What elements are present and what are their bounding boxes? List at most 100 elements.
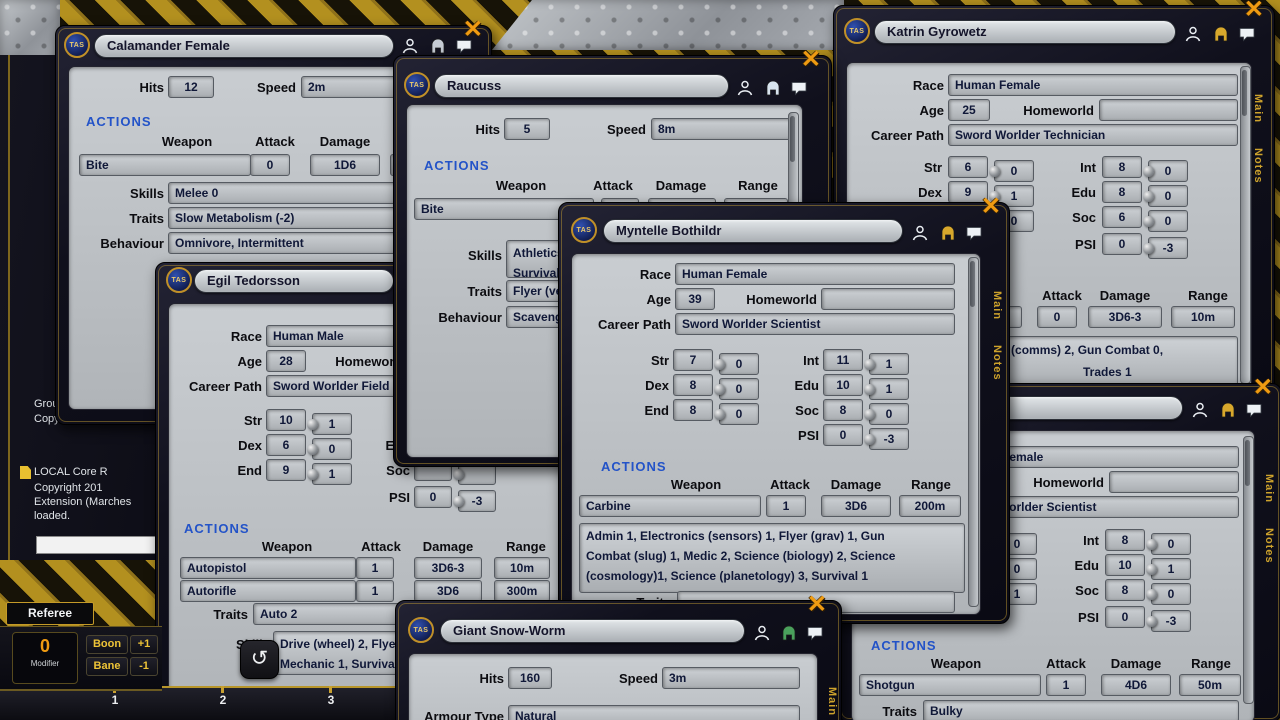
weapon-damage[interactable]: 3D6-3 [414, 557, 482, 579]
window-title[interactable]: Raucuss [434, 74, 729, 98]
weapon-range[interactable]: 200m [899, 495, 961, 517]
tas-logo-icon[interactable]: TAS [64, 32, 90, 58]
end-value[interactable]: 8 [673, 399, 713, 421]
weapon-attack[interactable]: 1 [766, 495, 806, 517]
psi-value[interactable]: 0 [1105, 606, 1145, 628]
speed-value[interactable]: 8m [651, 118, 791, 140]
weapon-damage[interactable]: 4D6 [1101, 674, 1171, 696]
weapon-attack[interactable]: 1 [1046, 674, 1086, 696]
helmet-icon[interactable] [427, 36, 449, 56]
referee-button[interactable]: Referee [6, 602, 94, 625]
weapon-damage[interactable]: 3D6 [414, 580, 482, 602]
weapon-name[interactable]: Autorifle [180, 580, 356, 602]
tab-notes[interactable]: Notes [991, 345, 1003, 381]
close-icon[interactable]: ✕ [1253, 376, 1273, 400]
helmet-icon[interactable] [1210, 24, 1232, 44]
close-icon[interactable]: ✕ [1244, 0, 1264, 22]
int-modifier[interactable]: 0 [1148, 160, 1188, 182]
hits-value[interactable]: 5 [504, 118, 550, 140]
tas-logo-icon[interactable]: TAS [408, 617, 434, 643]
str-modifier[interactable]: 1 [312, 413, 352, 435]
speed-value[interactable]: 3m [662, 667, 800, 689]
int-value[interactable]: 11 [823, 349, 863, 371]
boon-button[interactable]: Boon [86, 635, 128, 654]
tas-logo-icon[interactable]: TAS [404, 72, 430, 98]
person-icon[interactable] [734, 78, 756, 98]
age-value[interactable]: 39 [675, 288, 715, 310]
weapon-damage[interactable]: 1D6 [310, 154, 380, 176]
person-icon[interactable] [751, 623, 773, 643]
str-modifier[interactable]: 0 [719, 353, 759, 375]
skills-value[interactable]: Admin 1, Electronics (sensors) 1, Flyer … [579, 523, 965, 593]
undo-button[interactable]: ↺ [240, 640, 279, 679]
psi-value[interactable]: 0 [414, 486, 452, 508]
window-title[interactable]: Katrin Gyrowetz [874, 20, 1176, 44]
str-value[interactable]: 7 [673, 349, 713, 371]
weapon-name[interactable]: Shotgun [859, 674, 1041, 696]
weapon-name[interactable]: Carbine [579, 495, 761, 517]
close-icon[interactable]: ✕ [801, 48, 821, 72]
tab-main[interactable]: Main [1252, 94, 1264, 123]
edu-value[interactable]: 10 [823, 374, 863, 396]
window-title[interactable]: Calamander Female [94, 34, 394, 58]
soc-value[interactable]: 8 [823, 399, 863, 421]
window-title[interactable]: Myntelle Bothildr [603, 219, 903, 243]
soc-value[interactable]: 6 [1102, 206, 1142, 228]
tas-logo-icon[interactable]: TAS [166, 267, 192, 293]
scrollbar-thumb[interactable] [790, 116, 795, 162]
speech-bubble-icon[interactable] [1236, 24, 1258, 44]
person-icon[interactable] [909, 223, 931, 243]
hits-value[interactable]: 12 [168, 76, 214, 98]
soc-value[interactable]: 8 [1105, 579, 1145, 601]
homeworld-value[interactable] [1099, 99, 1238, 121]
weapon-damage[interactable]: 3D6 [821, 495, 891, 517]
str-value[interactable]: 6 [948, 156, 988, 178]
speech-bubble-icon[interactable] [1243, 400, 1265, 420]
end-value[interactable]: 9 [266, 459, 306, 481]
tab-main[interactable]: Main [1263, 474, 1275, 503]
close-icon[interactable]: ✕ [807, 593, 827, 617]
edu-modifier[interactable]: 0 [1148, 185, 1188, 207]
minus-one-button[interactable]: -1 [130, 657, 158, 676]
edu-value[interactable]: 8 [1102, 181, 1142, 203]
edu-modifier[interactable]: 1 [869, 378, 909, 400]
weapon-attack[interactable]: 0 [250, 154, 290, 176]
tab-main[interactable]: Main [826, 687, 838, 716]
traits-value[interactable]: Bulky [923, 700, 1239, 720]
psi-modifier[interactable]: -3 [1151, 610, 1191, 632]
helmet-icon[interactable] [762, 78, 784, 98]
person-icon[interactable] [1182, 24, 1204, 44]
end-modifier[interactable]: 1 [312, 463, 352, 485]
int-value[interactable]: 8 [1102, 156, 1142, 178]
psi-modifier[interactable]: -3 [869, 428, 909, 450]
dex-modifier[interactable]: 0 [312, 438, 352, 460]
tas-logo-icon[interactable]: TAS [571, 217, 597, 243]
tab-main[interactable]: Main [991, 291, 1003, 320]
homeworld-value[interactable] [1109, 471, 1239, 493]
dex-value[interactable]: 8 [673, 374, 713, 396]
weapon-attack[interactable]: 1 [356, 557, 394, 579]
plus-one-button[interactable]: +1 [130, 635, 158, 654]
race-value[interactable]: Human Female [948, 74, 1238, 96]
age-value[interactable]: 25 [948, 99, 990, 121]
weapon-name[interactable]: Autopistol [180, 557, 356, 579]
person-icon[interactable] [399, 36, 421, 56]
speech-bubble-icon[interactable] [788, 78, 810, 98]
speech-bubble-icon[interactable] [804, 623, 826, 643]
weapon-range[interactable]: 10m [1171, 306, 1235, 328]
soc-modifier[interactable]: 0 [1148, 210, 1188, 232]
psi-modifier[interactable]: -3 [458, 490, 496, 512]
career-value[interactable]: Sword Worlder Scientist [675, 313, 955, 335]
edu-modifier[interactable]: 1 [1151, 558, 1191, 580]
scrollbar-thumb[interactable] [970, 261, 975, 307]
scrollbar[interactable] [1240, 66, 1251, 384]
psi-modifier[interactable]: -3 [1148, 237, 1188, 259]
soc-modifier[interactable]: 0 [1151, 583, 1191, 605]
weapon-damage[interactable]: 3D6-3 [1088, 306, 1162, 328]
edu-value[interactable]: 10 [1105, 554, 1145, 576]
scrollbar-thumb[interactable] [1245, 440, 1250, 486]
psi-value[interactable]: 0 [823, 424, 863, 446]
close-icon[interactable]: ✕ [981, 195, 1001, 219]
tab-notes[interactable]: Notes [1263, 528, 1275, 564]
int-value[interactable]: 8 [1105, 529, 1145, 551]
